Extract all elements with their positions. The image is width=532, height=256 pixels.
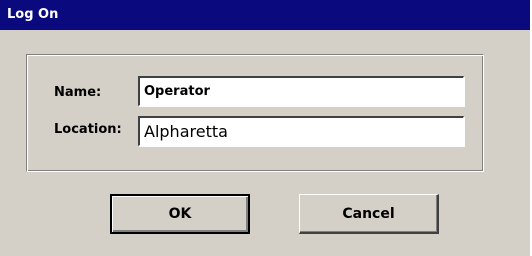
credentials-group: [26, 54, 484, 172]
name-field[interactable]: [138, 76, 464, 106]
name-label: Name:: [54, 85, 102, 100]
location-label: Location:: [54, 122, 122, 137]
title-bar[interactable]: Log On: [0, 0, 530, 30]
location-field[interactable]: [138, 116, 464, 146]
ok-button[interactable]: OK: [110, 194, 250, 234]
cancel-button[interactable]: Cancel: [299, 194, 439, 234]
log-on-dialog: Log On Name: Location: OK Cancel: [0, 0, 530, 256]
dialog-title: Log On: [7, 7, 59, 22]
